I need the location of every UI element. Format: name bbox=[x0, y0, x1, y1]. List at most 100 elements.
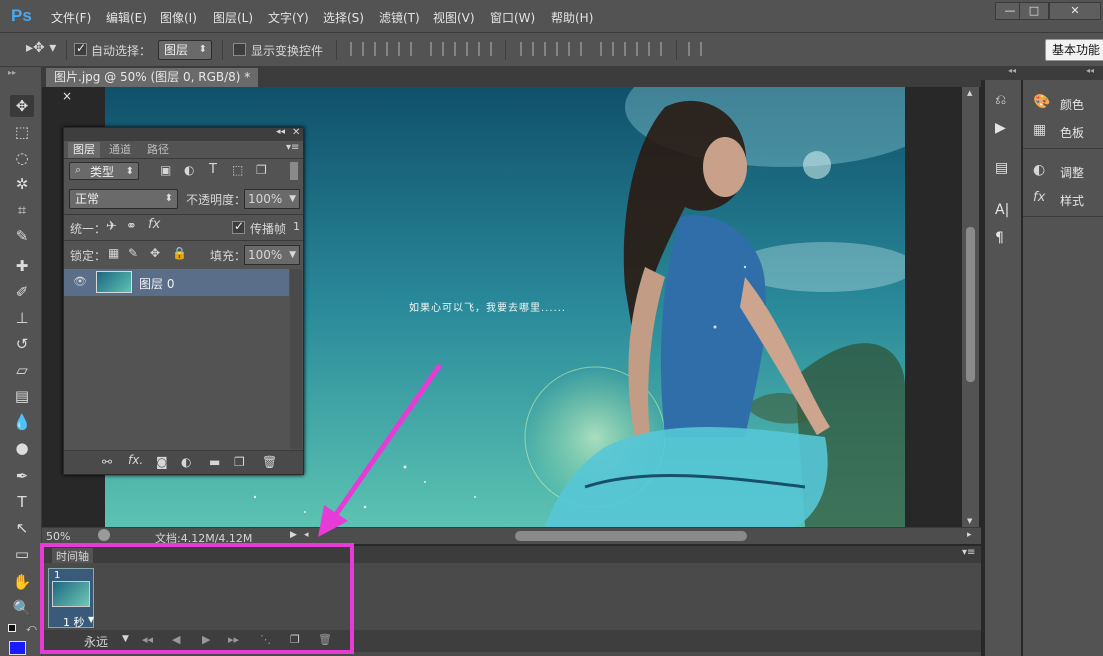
filter-pixel-icon[interactable]: ▣ bbox=[160, 163, 171, 177]
foreground-color-swatch[interactable] bbox=[9, 641, 26, 655]
hand-tool-icon[interactable]: ✋ bbox=[10, 571, 34, 593]
palette-icon[interactable]: 🎨 bbox=[1033, 94, 1050, 110]
menu-window[interactable]: 窗口(W) bbox=[490, 9, 535, 26]
add-mask-icon[interactable]: ◙ bbox=[156, 455, 168, 469]
distribute-left-icon[interactable] bbox=[600, 42, 614, 56]
lock-transparent-icon[interactable]: ▦ bbox=[108, 246, 119, 260]
panel-menu-icon[interactable]: ▾≡ bbox=[286, 142, 299, 153]
brush-tool-icon[interactable]: ✐ bbox=[10, 281, 34, 303]
distribute-right-icon[interactable] bbox=[648, 42, 662, 56]
visibility-eye-icon[interactable]: 👁 bbox=[73, 275, 87, 288]
document-tab[interactable]: 图片.jpg @ 50% (图层 0, RGB/8) * × bbox=[46, 68, 258, 103]
healing-brush-tool-icon[interactable]: ✚ bbox=[10, 255, 34, 277]
fill-input[interactable]: 100% ▼ bbox=[244, 245, 300, 265]
tab-close-icon[interactable]: × bbox=[62, 89, 72, 103]
crop-tool-icon[interactable]: ⌗ bbox=[10, 199, 34, 221]
chevron-down-icon[interactable]: ▼ bbox=[289, 246, 296, 264]
new-layer-icon[interactable]: ❐ bbox=[234, 455, 245, 469]
filter-type-icon[interactable]: T bbox=[209, 162, 217, 177]
workspace-button[interactable]: 基本功能 bbox=[1045, 39, 1103, 61]
previous-frame-icon[interactable]: ◀ bbox=[172, 633, 180, 646]
filter-shape-icon[interactable]: ⬚ bbox=[232, 163, 243, 177]
character-icon[interactable]: A| bbox=[995, 202, 1009, 218]
delete-frame-icon[interactable]: 🗑 bbox=[318, 633, 332, 646]
panel-collapse-icon[interactable]: ▸▸ bbox=[8, 68, 16, 77]
play-icon[interactable]: ▶ bbox=[202, 633, 210, 646]
horizontal-scroll-thumb[interactable] bbox=[515, 531, 747, 541]
tab-layers[interactable]: 图层 bbox=[68, 142, 100, 158]
add-style-icon[interactable]: fx. bbox=[128, 453, 143, 467]
dodge-tool-icon[interactable]: ● bbox=[10, 437, 34, 459]
panel-adjustments[interactable]: 调整 bbox=[1060, 164, 1084, 181]
timeline-title[interactable]: 时间轴 bbox=[52, 548, 93, 564]
align-bottom-icon[interactable] bbox=[398, 42, 412, 56]
menu-edit[interactable]: 编辑(E) bbox=[106, 9, 147, 26]
menu-image[interactable]: 图像(I) bbox=[160, 9, 197, 26]
propagate-checkbox[interactable] bbox=[232, 219, 245, 234]
dock-collapse-icon[interactable]: ◂◂ bbox=[1086, 66, 1094, 75]
filter-toggle[interactable] bbox=[290, 162, 298, 180]
lock-position-icon[interactable]: ✥ bbox=[150, 246, 160, 260]
first-frame-icon[interactable]: ◂◂ bbox=[142, 633, 153, 646]
scroll-down-icon[interactable]: ▼ bbox=[967, 517, 972, 525]
scroll-up-icon[interactable]: ▲ bbox=[967, 89, 972, 97]
paragraph-icon[interactable]: ¶ bbox=[995, 230, 1004, 246]
vertical-scrollbar[interactable]: ▲ ▼ bbox=[962, 87, 979, 527]
tween-icon[interactable]: ⋱ bbox=[260, 633, 271, 646]
frame-delay[interactable]: 1 秒 bbox=[63, 614, 85, 630]
distribute-vcenter-icon[interactable] bbox=[544, 42, 558, 56]
menu-select[interactable]: 选择(S) bbox=[323, 9, 364, 26]
move-tool-icon[interactable]: ▸✥ ▾ bbox=[26, 40, 56, 56]
unify-style-icon[interactable]: fx bbox=[148, 217, 160, 232]
align-top-icon[interactable] bbox=[350, 42, 364, 56]
maximize-button[interactable]: □ bbox=[1019, 2, 1049, 20]
styles-icon[interactable]: fx bbox=[1033, 190, 1045, 205]
rectangle-tool-icon[interactable]: ▭ bbox=[10, 543, 34, 565]
delete-layer-icon[interactable]: 🗑 bbox=[262, 455, 277, 469]
auto-select-dropdown[interactable]: 图层 bbox=[158, 40, 212, 60]
panel-collapse-icon[interactable]: ◂◂ bbox=[276, 127, 285, 137]
new-group-icon[interactable]: ▬ bbox=[209, 455, 220, 469]
filter-smart-object-icon[interactable]: ❐ bbox=[256, 163, 267, 177]
menu-layer[interactable]: 图层(L) bbox=[213, 9, 253, 26]
panel-swatches[interactable]: 色板 bbox=[1060, 124, 1084, 141]
duplicate-frame-icon[interactable]: ❐ bbox=[290, 633, 300, 646]
panel-header[interactable]: ◂◂ ✕ bbox=[64, 127, 303, 141]
loop-dropdown[interactable]: 永远 bbox=[84, 633, 108, 650]
vertical-scroll-thumb[interactable] bbox=[966, 227, 975, 382]
tab-paths[interactable]: 路径 bbox=[142, 142, 174, 158]
animation-frame[interactable]: 1 1 秒 ▼ bbox=[48, 568, 94, 630]
eraser-tool-icon[interactable]: ▱ bbox=[10, 359, 34, 381]
auto-align-icon[interactable] bbox=[688, 42, 702, 56]
lasso-tool-icon[interactable]: ◌ bbox=[10, 147, 34, 169]
unify-position-icon[interactable]: ✈ bbox=[106, 219, 117, 234]
unify-visibility-icon[interactable]: ⚭ bbox=[126, 219, 137, 234]
status-icon[interactable] bbox=[98, 529, 110, 541]
default-colors-icon[interactable] bbox=[8, 624, 16, 632]
panel-color[interactable]: 颜色 bbox=[1060, 96, 1084, 113]
new-adjustment-icon[interactable]: ◐ bbox=[181, 455, 191, 469]
scroll-right-icon[interactable]: ▸ bbox=[967, 530, 972, 540]
dock-collapse-icon[interactable]: ◂◂ bbox=[1008, 66, 1016, 75]
filter-adjustment-icon[interactable]: ◐ bbox=[184, 163, 194, 177]
distribute-bottom-icon[interactable] bbox=[568, 42, 582, 56]
next-frame-icon[interactable]: ▸▸ bbox=[228, 633, 239, 646]
panel-styles[interactable]: 样式 bbox=[1060, 192, 1084, 209]
pen-tool-icon[interactable]: ✒ bbox=[10, 465, 34, 487]
history-brush-tool-icon[interactable]: ↺ bbox=[10, 333, 34, 355]
layer-row[interactable]: 👁 图层 0 bbox=[64, 269, 289, 296]
blend-mode-dropdown[interactable]: 正常 bbox=[69, 189, 178, 209]
swatches-icon[interactable]: ▦ bbox=[1033, 122, 1046, 138]
link-layers-icon[interactable]: ⚯ bbox=[102, 455, 112, 469]
align-left-icon[interactable] bbox=[430, 42, 444, 56]
opacity-input[interactable]: 100% ▼ bbox=[244, 189, 300, 209]
adjustments-icon[interactable]: ◐ bbox=[1033, 162, 1045, 178]
eyedropper-tool-icon[interactable]: ✎ bbox=[10, 225, 34, 247]
panel-close-icon[interactable]: ✕ bbox=[292, 127, 300, 138]
chevron-down-icon[interactable]: ▼ bbox=[289, 190, 296, 208]
panel-menu-icon[interactable]: ▾≡ bbox=[962, 547, 975, 558]
menu-file[interactable]: 文件(F) bbox=[51, 9, 91, 26]
zoom-level[interactable]: 50% bbox=[46, 530, 70, 543]
close-button[interactable]: ✕ bbox=[1049, 2, 1101, 20]
distribute-hcenter-icon[interactable] bbox=[624, 42, 638, 56]
